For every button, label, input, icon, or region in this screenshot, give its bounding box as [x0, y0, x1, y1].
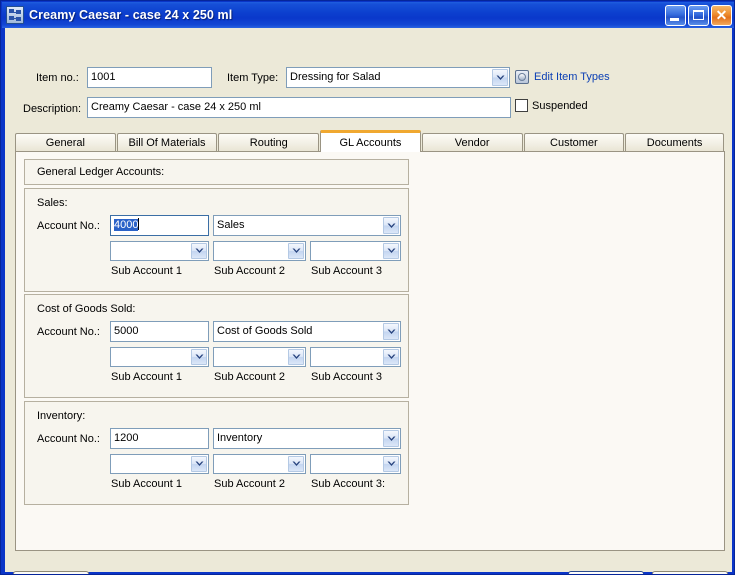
chevron-down-icon[interactable]	[383, 456, 399, 472]
window-client-area: Item no.: 1001 Item Type: Dressing for S…	[5, 28, 732, 574]
description-label: Description:	[23, 103, 82, 115]
tab-strip: General Bill Of Materials Routing GL Acc…	[15, 130, 725, 152]
gl-accounts-header-label: General Ledger Accounts:	[37, 166, 165, 178]
sales-account-name-value: Sales	[217, 219, 245, 231]
cogs-sub-account-1-label: Sub Account 1	[111, 371, 182, 383]
tab-routing[interactable]: Routing	[218, 133, 320, 152]
chevron-down-icon[interactable]	[383, 217, 399, 234]
item-type-value: Dressing for Salad	[290, 71, 381, 83]
inventory-account-name-value: Inventory	[217, 432, 263, 444]
inventory-sub-account-2-dropdown[interactable]	[213, 454, 306, 474]
inventory-sub-account-2-label: Sub Account 2	[214, 478, 285, 490]
cogs-account-name-dropdown[interactable]: Cost of Goods Sold	[213, 321, 401, 342]
title-bar[interactable]: Creamy Caesar - case 24 x 250 ml ✕	[2, 2, 734, 28]
tab-general[interactable]: General	[15, 133, 116, 152]
tab-gl-accounts[interactable]: GL Accounts	[320, 130, 421, 152]
sales-sub-account-3-dropdown[interactable]	[310, 241, 401, 261]
maximize-button[interactable]	[688, 4, 709, 26]
description-input[interactable]: Creamy Caesar - case 24 x 250 ml	[87, 97, 511, 118]
app-window-icon	[6, 6, 24, 24]
checkbox-box-icon[interactable]	[515, 99, 528, 112]
minimize-button[interactable]	[665, 4, 686, 26]
chevron-down-icon[interactable]	[383, 243, 399, 259]
sales-account-no-value: 4000	[114, 219, 139, 231]
cogs-sub-account-2-label: Sub Account 2	[214, 371, 285, 383]
chevron-down-icon[interactable]	[492, 69, 508, 86]
close-icon: ✕	[715, 6, 728, 23]
chevron-down-icon[interactable]	[288, 243, 304, 259]
tab-vendor[interactable]: Vendor	[421, 133, 523, 152]
sales-sub-account-2-label: Sub Account 2	[214, 265, 285, 277]
cogs-account-no-label: Account No.:	[37, 326, 100, 338]
gl-accounts-header-panel: General Ledger Accounts:	[24, 159, 409, 185]
sales-account-name-dropdown[interactable]: Sales	[213, 215, 401, 236]
chevron-down-icon[interactable]	[383, 349, 399, 365]
inventory-sub-account-1-label: Sub Account 1	[111, 478, 182, 490]
sales-sub-account-1-label: Sub Account 1	[111, 265, 182, 277]
item-no-label: Item no.:	[36, 72, 79, 84]
cogs-account-name-value: Cost of Goods Sold	[217, 325, 313, 337]
minimize-icon	[670, 17, 679, 21]
edit-properties-icon	[515, 70, 529, 84]
window-title: Creamy Caesar - case 24 x 250 ml	[29, 8, 233, 22]
chevron-down-icon[interactable]	[383, 430, 399, 447]
chevron-down-icon[interactable]	[288, 456, 304, 472]
edit-item-types-link[interactable]: Edit Item Types	[515, 70, 610, 84]
edit-item-types-label: Edit Item Types	[534, 71, 610, 83]
sales-sub-account-1-dropdown[interactable]	[110, 241, 209, 261]
inventory-account-name-dropdown[interactable]: Inventory	[213, 428, 401, 449]
chevron-down-icon[interactable]	[191, 349, 207, 365]
where-used-button[interactable]: Where Used	[13, 571, 89, 574]
inventory-account-panel: Inventory: Account No.: 1200 Inventory S…	[24, 401, 409, 505]
suspended-checkbox[interactable]: Suspended	[515, 99, 588, 112]
cogs-section-title: Cost of Goods Sold:	[37, 303, 136, 315]
maximize-icon	[693, 9, 704, 20]
inventory-account-no-label: Account No.:	[37, 433, 100, 445]
sales-sub-account-3-label: Sub Account 3	[311, 265, 382, 277]
cost-of-goods-sold-panel: Cost of Goods Sold: Account No.: 5000 Co…	[24, 294, 409, 398]
chevron-down-icon[interactable]	[191, 243, 207, 259]
tab-bill-of-materials[interactable]: Bill Of Materials	[116, 133, 218, 152]
chevron-down-icon[interactable]	[288, 349, 304, 365]
item-type-dropdown[interactable]: Dressing for Salad	[286, 67, 510, 88]
cogs-sub-account-1-dropdown[interactable]	[110, 347, 209, 367]
gl-accounts-tab-page: General Ledger Accounts: Sales: Account …	[15, 151, 725, 551]
inventory-sub-account-3-dropdown[interactable]	[310, 454, 401, 474]
window-controls: ✕	[663, 4, 732, 26]
tab-customer[interactable]: Customer	[523, 133, 625, 152]
sales-account-no-input[interactable]: 4000	[110, 215, 209, 236]
item-type-label: Item Type:	[227, 72, 279, 84]
inventory-account-no-input[interactable]: 1200	[110, 428, 209, 449]
sales-account-no-label: Account No.:	[37, 220, 100, 232]
chevron-down-icon[interactable]	[383, 323, 399, 340]
suspended-label: Suspended	[532, 99, 588, 112]
sales-sub-account-2-dropdown[interactable]	[213, 241, 306, 261]
cogs-sub-account-2-dropdown[interactable]	[213, 347, 306, 367]
close-button[interactable]: ✕	[711, 4, 732, 26]
ok-button[interactable]: OK	[568, 571, 644, 574]
item-no-input[interactable]: 1001	[87, 67, 212, 88]
sales-section-title: Sales:	[37, 197, 68, 209]
tab-documents[interactable]: Documents	[625, 133, 724, 152]
sales-account-panel: Sales: Account No.: 4000 Sales Sub Accou…	[24, 188, 409, 292]
chevron-down-icon[interactable]	[191, 456, 207, 472]
cogs-sub-account-3-dropdown[interactable]	[310, 347, 401, 367]
inventory-sub-account-3-label: Sub Account 3:	[311, 478, 385, 490]
inventory-sub-account-1-dropdown[interactable]	[110, 454, 209, 474]
item-maintenance-window: Creamy Caesar - case 24 x 250 ml ✕ Item …	[0, 0, 735, 575]
inventory-section-title: Inventory:	[37, 410, 86, 422]
cogs-account-no-input[interactable]: 5000	[110, 321, 209, 342]
cogs-sub-account-3-label: Sub Account 3	[311, 371, 382, 383]
cancel-button[interactable]: Cancel	[652, 571, 728, 574]
